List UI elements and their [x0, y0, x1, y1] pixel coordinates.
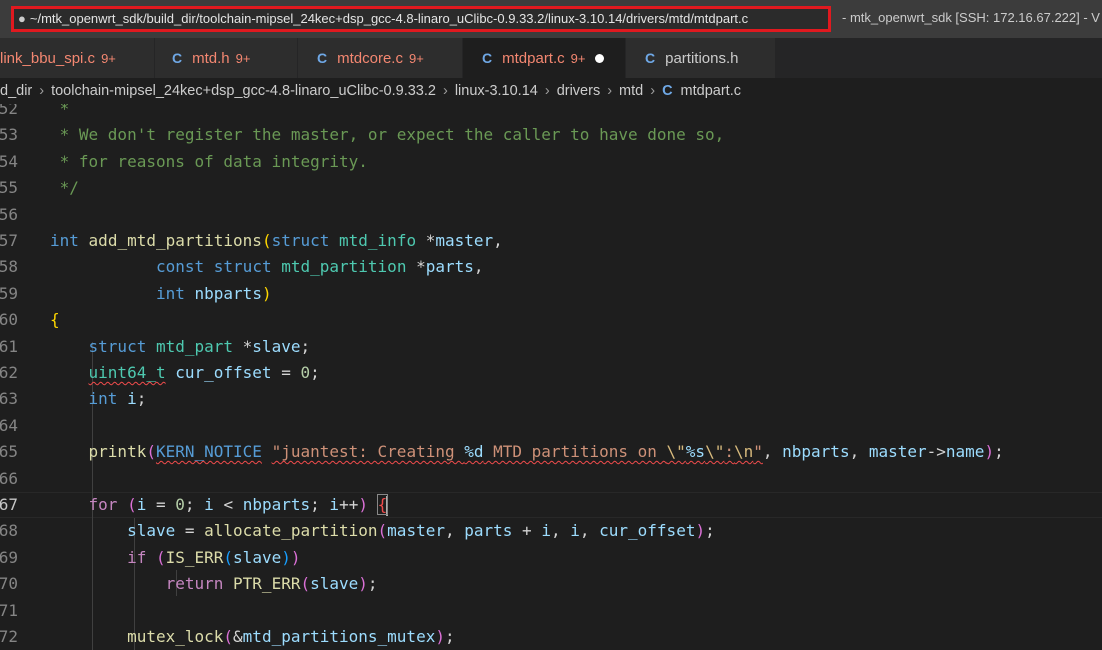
line-number: 69 — [0, 547, 18, 567]
code-text: struct mtd_part *slave; — [88, 336, 311, 356]
code-line: 70 return PTR_ERR(slave); — [0, 571, 1102, 597]
code-line: 71 — [0, 598, 1102, 624]
breadcrumb-item[interactable]: drivers — [557, 83, 601, 99]
text-cursor — [386, 495, 389, 516]
title-bar: ● ~/mtk_openwrt_sdk/build_dir/toolchain-m… — [0, 0, 1102, 38]
code-line: 67 for (i = 0; i < nbparts; i++) { — [0, 492, 1102, 518]
code-line: 55 */ — [0, 175, 1102, 201]
line-number: 57 — [0, 231, 18, 250]
modified-indicator: ● — [18, 11, 26, 26]
window-title-suffix: - mtk_openwrt_sdk [SSH: 172.16.67.222] -… — [842, 10, 1100, 25]
tab-link-bbu-spi[interactable]: link_bbu_spi.c 9+ — [0, 38, 155, 78]
line-number: 64 — [0, 415, 18, 435]
breadcrumb-item[interactable]: linux-3.10.14 — [455, 83, 538, 99]
code-line: 58 const struct mtd_partition *parts, — [0, 254, 1102, 280]
line-number: 70 — [0, 574, 18, 594]
code-text: int add_mtd_partitions(struct mtd_info *… — [50, 231, 503, 250]
code-line: 60 { — [0, 307, 1102, 333]
problem-badge: 9+ — [101, 50, 116, 66]
c-file-icon: C — [317, 50, 328, 66]
line-number: 58 — [0, 257, 18, 277]
chevron-right-icon: › — [650, 83, 656, 99]
code-text: * We don't register the master, or expec… — [50, 125, 725, 145]
tab-mtdcore-c[interactable]: C mtdcore.c 9+ — [298, 38, 463, 78]
code-text: */ — [50, 178, 79, 198]
code-line: 52 * — [0, 104, 1102, 122]
code-text: for (i = 0; i < nbparts; i++) { — [88, 494, 389, 516]
chevron-right-icon: › — [544, 83, 550, 99]
code-line: 64 — [0, 413, 1102, 439]
breadcrumb-item[interactable]: mtd — [619, 83, 643, 99]
code-line: 62 uint64_t cur_offset = 0; — [0, 360, 1102, 386]
code-text: slave = allocate_partition(master, parts… — [127, 521, 715, 541]
line-number: 52 — [0, 104, 18, 118]
code-line: 54 * for reasons of data integrity. — [0, 149, 1102, 175]
code-line: 63 int i; — [0, 386, 1102, 412]
tab-label: mtdcore.c — [337, 49, 403, 67]
breadcrumb: d_dir › toolchain-mipsel_24kec+dsp_gcc-4.8… — [0, 78, 1102, 104]
breadcrumb-item[interactable]: toolchain-mipsel_24kec+dsp_gcc-4.8-linar… — [51, 83, 436, 99]
code-line: 53 * We don't register the master, or ex… — [0, 122, 1102, 148]
code-text: return PTR_ERR(slave); — [165, 574, 378, 594]
code-text: { — [50, 310, 60, 330]
c-file-icon: C — [482, 50, 493, 66]
code-line: 66 — [0, 466, 1102, 492]
line-number: 60 — [0, 310, 18, 330]
code-text: printk(KERN_NOTICE "juantest: Creating %… — [88, 442, 1004, 462]
unsaved-dot-icon[interactable] — [595, 53, 605, 63]
line-number: 62 — [0, 363, 18, 382]
breadcrumb-file[interactable]: mtdpart.c — [681, 83, 741, 99]
line-number: 61 — [0, 336, 18, 356]
code-line: 65 printk(KERN_NOTICE "juantest: Creatin… — [0, 439, 1102, 465]
line-number: 71 — [0, 600, 18, 620]
chevron-right-icon: › — [39, 83, 45, 99]
code-text: const struct mtd_partition *parts, — [155, 257, 484, 277]
line-number: 72 — [0, 627, 18, 646]
line-number: 59 — [0, 283, 18, 303]
c-file-icon: C — [172, 50, 183, 66]
tab-label: mtdpart.c — [502, 49, 565, 67]
problem-badge: 9+ — [408, 50, 424, 66]
line-number: 63 — [0, 389, 18, 409]
problem-badge: 9+ — [570, 50, 586, 66]
code-text: * for reasons of data integrity. — [50, 151, 368, 171]
tab-mtd-h[interactable]: C mtd.h 9+ — [155, 38, 298, 78]
line-number: 68 — [0, 521, 18, 541]
code-line: 69 if (IS_ERR(slave)) — [0, 545, 1102, 571]
code-text: if (IS_ERR(slave)) — [127, 547, 301, 567]
breadcrumb-item[interactable]: d_dir — [0, 83, 32, 99]
code-line: 68 slave = allocate_partition(master, pa… — [0, 518, 1102, 544]
code-text: int i; — [88, 389, 147, 409]
code-editor[interactable]: 52 * 53 * We don't register the master, … — [0, 104, 1102, 650]
line-number: 66 — [0, 468, 18, 488]
line-number: 67 — [0, 495, 18, 514]
code-text: * — [50, 104, 70, 118]
code-line: 56 — [0, 202, 1102, 228]
tab-partitions-h[interactable]: C partitions.h — [626, 38, 776, 78]
line-number: 55 — [0, 178, 18, 198]
problem-badge: 9+ — [235, 50, 251, 66]
chevron-right-icon: › — [442, 83, 448, 99]
code-text: mutex_lock(&mtd_partitions_mutex); — [127, 627, 455, 646]
c-file-icon: C — [662, 83, 673, 99]
tab-label: mtd.h — [192, 49, 230, 67]
code-line: 59 int nbparts) — [0, 281, 1102, 307]
code-text: uint64_t cur_offset = 0; — [88, 363, 320, 382]
tab-label: link_bbu_spi.c — [0, 49, 96, 67]
chevron-right-icon: › — [607, 83, 613, 99]
line-number: 56 — [0, 204, 18, 224]
editor-tab-bar: link_bbu_spi.c 9+ C mtd.h 9+ C mtdcore.c… — [0, 38, 1102, 78]
line-number: 65 — [0, 442, 18, 462]
window-title-path: ● ~/mtk_openwrt_sdk/build_dir/toolchain-m… — [11, 6, 831, 32]
c-file-icon: C — [645, 50, 656, 66]
tab-label: partitions.h — [665, 49, 739, 67]
title-path-text: ~/mtk_openwrt_sdk/build_dir/toolchain-mi… — [29, 11, 749, 26]
code-text: int nbparts) — [155, 283, 272, 303]
code-line: 72 mutex_lock(&mtd_partitions_mutex); — [0, 624, 1102, 650]
tab-mtdpart-c[interactable]: C mtdpart.c 9+ — [463, 38, 626, 78]
line-number: 53 — [0, 125, 18, 145]
code-line: 57 int add_mtd_partitions(struct mtd_info… — [0, 228, 1102, 254]
code-line: 61 struct mtd_part *slave; — [0, 334, 1102, 360]
line-number: 54 — [0, 151, 18, 171]
